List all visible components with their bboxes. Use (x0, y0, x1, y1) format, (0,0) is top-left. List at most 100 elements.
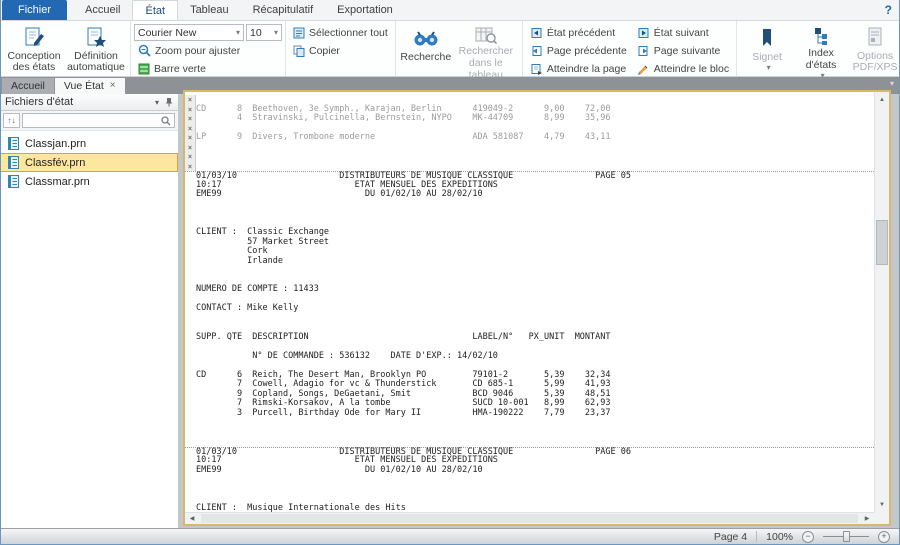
file-item-classjan[interactable]: Classjan.prn (0, 134, 178, 153)
search-button[interactable]: Recherche (399, 23, 453, 75)
doc-tab-vue-etat-label: Vue État (63, 80, 104, 92)
report-line-text: SUPP. QTE DESCRIPTION LABEL/N° PX_UNIT M… (196, 331, 611, 342)
line-gutter (185, 342, 196, 352)
zoom-fit-button[interactable]: Zoom pour ajuster (134, 42, 282, 59)
tab-exportation[interactable]: Exportation (325, 0, 405, 20)
line-marker-icon[interactable]: × (185, 152, 196, 162)
report-line[interactable] (185, 200, 874, 210)
tab-recapitulatif[interactable]: Récapitulatif (241, 0, 326, 20)
report-line[interactable] (185, 418, 874, 428)
copy-label: Copier (309, 44, 340, 57)
copy-button[interactable]: Copier (289, 42, 392, 59)
goto-block-button[interactable]: Atteindre le bloc (633, 60, 733, 77)
report-line[interactable]: EME99 DU 01/02/10 AU 28/02/10 (185, 189, 874, 200)
tab-accueil[interactable]: Accueil (73, 0, 132, 20)
report-line[interactable]: 3 Purcell, Birthday Ode for Mary II HMA-… (185, 407, 874, 419)
auto-define-button[interactable]: Définition automatique (65, 23, 127, 75)
search-table-label: Rechercher dans le tableau (458, 45, 513, 81)
report-line[interactable]: Irlande (185, 256, 874, 267)
font-size-combo[interactable]: 10 ▾ (246, 24, 282, 41)
tab-tableau[interactable]: Tableau (178, 0, 241, 20)
bookmark-button[interactable]: Signet ▾ (740, 23, 794, 75)
report-line[interactable]: × LP 9 Divers, Trombone moderne ADA 58108… (185, 132, 874, 143)
prev-report-button[interactable]: État précédent (526, 24, 631, 41)
next-report-button[interactable]: État suivant (633, 24, 733, 41)
tab-fichier[interactable]: Fichier (2, 0, 68, 20)
file-item-classmar[interactable]: Classmar.prn (0, 172, 178, 191)
line-marker-icon[interactable]: × (185, 161, 196, 171)
zoom-out-button[interactable]: − (802, 530, 814, 543)
report-line[interactable] (185, 428, 874, 438)
ribbon-group-clipboard: Sélectionner tout Copier (286, 21, 396, 76)
line-marker-icon[interactable]: × (185, 104, 196, 114)
report-index-icon (811, 26, 831, 46)
report-line-text: 3 Purcell, Birthday Ode for Mary II HMA-… (196, 407, 611, 418)
vertical-scrollbar[interactable]: ▲ ▼ (874, 92, 889, 512)
report-line[interactable]: NUMERO DE COMPTE : 11433 (185, 284, 874, 295)
horizontal-scroll-thumb[interactable] (201, 514, 858, 523)
prev-page-button[interactable]: Page précédente (526, 42, 631, 59)
scroll-down-icon[interactable]: ▼ (875, 497, 889, 512)
report-line[interactable]: × (185, 152, 874, 162)
report-line[interactable]: CLIENT : Musique Internationale des Hits (185, 503, 874, 512)
tab-etat[interactable]: État (132, 0, 179, 20)
chevron-down-icon: ▾ (766, 62, 771, 72)
vertical-scroll-thumb[interactable] (876, 220, 888, 265)
report-design-button[interactable]: Conception des états (3, 23, 65, 75)
line-marker-icon[interactable]: × (185, 95, 196, 105)
report-line[interactable]: × 4 Stravinski, Pulcinella, Bernstein, N… (185, 113, 874, 124)
help-icon[interactable]: ? (885, 3, 892, 17)
report-line[interactable] (185, 475, 874, 485)
next-page-button[interactable]: Page suivante (633, 42, 733, 59)
line-marker-icon[interactable]: × (185, 133, 196, 143)
zoom-slider[interactable] (823, 531, 869, 542)
pin-icon[interactable] (165, 97, 173, 107)
report-line[interactable] (185, 266, 874, 276)
line-marker-icon[interactable]: × (185, 123, 196, 133)
zoom-in-button[interactable]: + (878, 530, 890, 543)
scroll-right-icon[interactable]: ▶ (860, 515, 874, 522)
report-index-label: Index d'états (805, 47, 837, 71)
report-line[interactable]: 57 Market Street (185, 237, 874, 248)
font-name-combo[interactable]: Courier New ▾ (134, 24, 244, 41)
report-line[interactable] (185, 437, 874, 447)
report-line[interactable] (185, 209, 874, 219)
doc-tab-accueil[interactable]: Accueil (2, 78, 54, 94)
green-bar-icon (138, 63, 150, 75)
report-line[interactable]: × (185, 161, 874, 171)
horizontal-scrollbar[interactable]: ◀ ▶ (185, 512, 874, 524)
auto-define-label: Définition automatique (67, 49, 125, 74)
line-marker-icon[interactable]: × (185, 142, 196, 152)
green-bar-button[interactable]: Barre verte (134, 60, 282, 77)
report-files-panel: Fichiers d'état ▾ ↑↓ Classjan.prn Classf… (0, 94, 178, 528)
sort-button[interactable]: ↑↓ (3, 113, 20, 128)
line-gutter (185, 485, 196, 495)
doc-tab-vue-etat[interactable]: Vue État × (54, 78, 125, 94)
report-line[interactable] (185, 314, 874, 324)
chevron-down-icon[interactable]: ▾ (155, 98, 159, 107)
report-line[interactable]: EME99 DU 01/02/10 AU 28/02/10 (185, 465, 874, 476)
prev-page-label: Page précédente (546, 44, 627, 57)
search-table-button[interactable]: Rechercher dans le tableau (453, 23, 519, 80)
scroll-left-icon[interactable]: ◀ (185, 515, 199, 522)
close-icon[interactable]: × (110, 81, 116, 91)
scroll-up-icon[interactable]: ▲ (875, 92, 889, 107)
line-marker-icon[interactable]: × (185, 114, 196, 124)
line-gutter (185, 276, 196, 286)
ribbon: Conception des états Définition automati… (0, 21, 900, 80)
select-all-button[interactable]: Sélectionner tout (289, 24, 392, 41)
file-item-classfev[interactable]: Classfév.prn (0, 153, 178, 172)
zoom-slider-thumb[interactable] (843, 531, 850, 542)
pdf-options-button[interactable]: Options PDF/XPS (848, 23, 900, 75)
file-search-input[interactable] (23, 114, 161, 127)
report-line[interactable]: CONTACT : Mike Kelly (185, 303, 874, 314)
tab-bar-pin-icon[interactable]: ▾ (890, 79, 894, 88)
report-line[interactable] (185, 485, 874, 495)
goto-page-button[interactable]: Atteindre la page (526, 60, 631, 77)
report-index-button[interactable]: Index d'états ▾ (794, 23, 848, 79)
report-line[interactable]: N° DE COMMANDE : 536132 DATE D'EXP.: 14/… (185, 351, 874, 362)
report-line[interactable]: × (185, 142, 874, 152)
report-line[interactable]: Cork (185, 246, 874, 257)
page-indicator: Page 4 (713, 530, 748, 543)
report-line[interactable]: SUPP. QTE DESCRIPTION LABEL/N° PX_UNIT M… (185, 331, 874, 343)
